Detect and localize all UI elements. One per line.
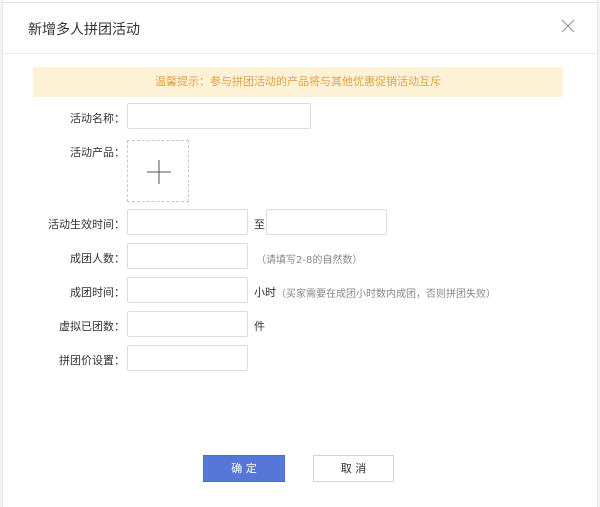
virtual-unit-text: 件 — [254, 320, 265, 333]
group-price-input[interactable] — [127, 345, 248, 371]
close-icon[interactable] — [559, 17, 577, 35]
group-price-label: 拼团价设置： — [59, 354, 125, 367]
notice-banner: 温馨提示：参与拼团活动的产品将与其他优惠促销活动互斥 — [33, 67, 563, 97]
virtual-count-label: 虚拟已团数： — [59, 320, 125, 333]
group-duration-label: 成团时间： — [70, 286, 125, 299]
group-size-label: 成团人数： — [70, 252, 125, 265]
activity-name-label: 活动名称： — [70, 112, 125, 125]
end-time-input[interactable] — [266, 209, 387, 235]
activity-time-label: 活动生效时间： — [48, 218, 125, 231]
start-time-input[interactable] — [127, 209, 248, 235]
cancel-button[interactable]: 取 消 — [313, 455, 394, 482]
group-duration-input[interactable] — [127, 277, 248, 303]
duration-unit-text: 小时 — [254, 286, 276, 299]
activity-product-label: 活动产品： — [70, 146, 125, 159]
confirm-button[interactable]: 确 定 — [203, 455, 285, 482]
time-to-text: 至 — [254, 218, 265, 231]
group-size-hint: （请填写2-8的自然数） — [256, 255, 363, 266]
product-upload-box[interactable] — [127, 140, 189, 202]
dialog-title: 新增多人拼团活动 — [28, 22, 140, 38]
group-size-input[interactable] — [127, 243, 248, 269]
group-duration-hint: （买家需要在成团小时数内成团，否则拼团失败） — [276, 289, 496, 300]
dialog-header: 新增多人拼团活动 — [3, 3, 597, 54]
activity-name-input[interactable] — [127, 103, 311, 129]
virtual-count-input[interactable] — [127, 311, 248, 337]
plus-icon — [147, 160, 171, 184]
